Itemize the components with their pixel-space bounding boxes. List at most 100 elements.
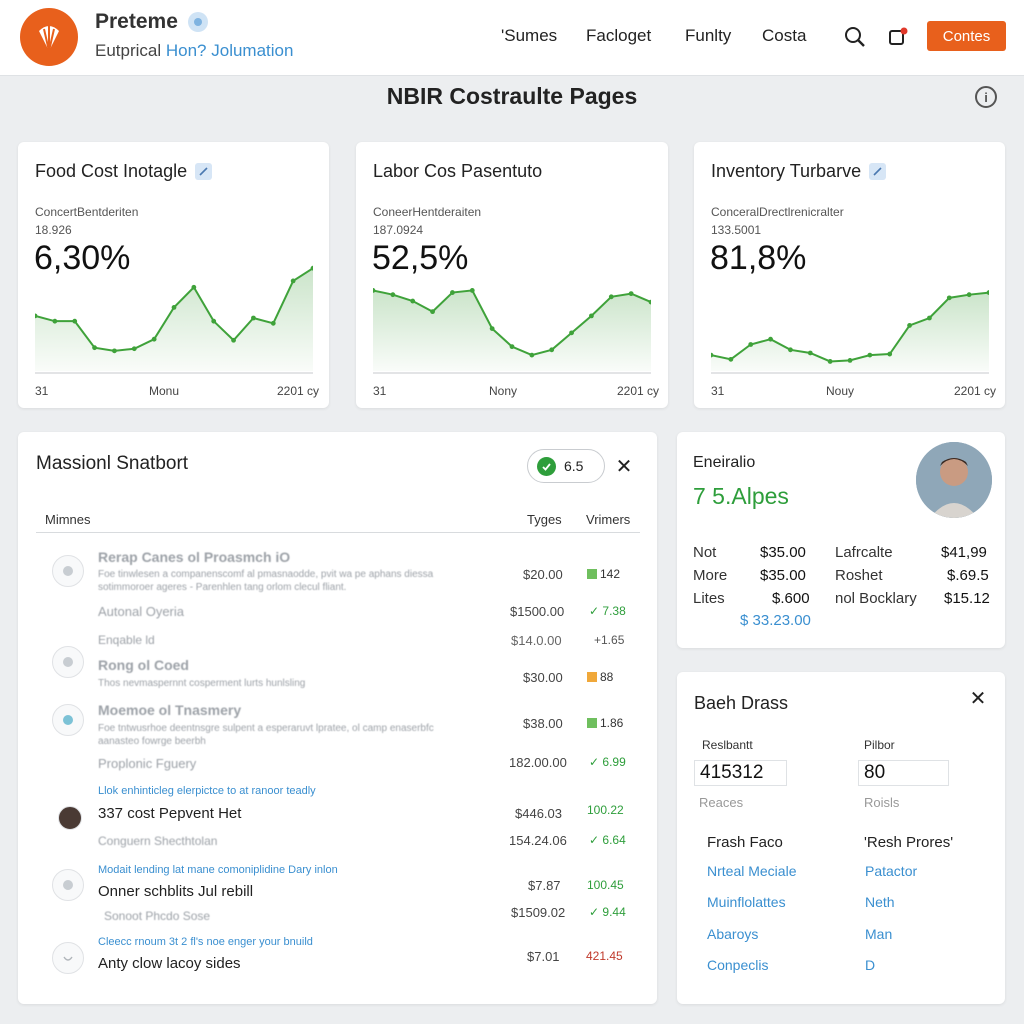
kpi-title: Inventory Turbarve — [711, 161, 862, 181]
row-change-value: 1.86 — [600, 716, 624, 730]
row-change-value: 88 — [600, 670, 614, 684]
row-note-link[interactable]: Cleecc rnoum 3t 2 fl's noe enger your bn… — [98, 936, 313, 948]
row-price: $446.03 — [515, 806, 562, 821]
trend-point — [211, 318, 217, 324]
row-price: $1500.00 — [510, 604, 565, 619]
row-price: $7.87 — [528, 878, 561, 893]
row-description-line2: sotimmoroer ageres - Parenhlen tang orlo… — [98, 582, 347, 593]
nav-link-costa[interactable]: Costa — [762, 26, 806, 46]
batch-right-link[interactable]: Patactor — [865, 863, 917, 879]
row-change-value: 9.44 — [602, 905, 626, 919]
row-change-value: 142 — [600, 567, 621, 581]
brand-subtitle: Eutprical Hon? Jolumation — [95, 41, 293, 61]
close-icon[interactable]: ✕ — [613, 455, 635, 478]
row-price: 182.00.00 — [509, 755, 567, 770]
edit-icon[interactable] — [869, 163, 887, 180]
batch-right-hint: Roisls — [864, 795, 900, 810]
batch-right-link[interactable]: D — [865, 957, 875, 973]
item-thumbnail-icon — [52, 704, 84, 736]
trend-point — [847, 358, 853, 363]
row-name: Conguern Shecthtolan — [98, 834, 218, 848]
summary-total[interactable]: $ 33.23.00 — [740, 612, 811, 629]
row-change: ✓ 9.44 — [589, 905, 626, 919]
contact-button[interactable]: Contes — [927, 21, 1006, 51]
seasonal-snapshot-panel: Massionl Snatbort 6.5 ✕ Mimnes Tyges Vri… — [18, 432, 657, 1004]
info-icon[interactable]: i — [975, 86, 997, 108]
brand-subtitle-accent[interactable]: Hon? Jolumation — [166, 41, 294, 60]
row-name[interactable]: Anty clow lacoy sides — [98, 955, 241, 972]
batch-left-link[interactable]: Abaroys — [707, 926, 758, 942]
axis-label-mid: Nouy — [826, 384, 855, 398]
column-header-types[interactable]: Tyges — [527, 512, 562, 527]
column-header-values[interactable]: Vrimers — [586, 512, 630, 527]
row-name[interactable]: 337 cost Pepvent Het — [98, 805, 241, 822]
nav-link-facloget[interactable]: Facloget — [586, 26, 651, 46]
axis-label-mid: Nony — [489, 384, 518, 398]
kpi-subtitle: ConceralDrectlrenicralter — [711, 205, 844, 219]
trend-point — [827, 359, 833, 364]
batch-left-input[interactable]: 415312 — [694, 760, 787, 786]
item-thumbnail-icon — [52, 555, 84, 587]
trend-point — [270, 320, 276, 326]
kpi-card-inventory-turnover: Inventory Turbarve ConceralDrectlrenicra… — [694, 142, 1005, 408]
row-name: Enqable ld — [98, 633, 155, 647]
search-icon[interactable] — [842, 24, 868, 50]
brand-logo[interactable] — [20, 8, 78, 66]
panel-title: Massionl Snatbort — [36, 453, 189, 474]
row-name: Rong ol Coed — [98, 657, 189, 673]
edit-icon[interactable] — [195, 163, 213, 180]
filter-toggle[interactable]: 6.5 — [527, 449, 605, 483]
batch-right-link[interactable]: Man — [865, 926, 892, 942]
row-note-link[interactable]: Llok enhinticleg elerpictce to at ranoor… — [98, 785, 316, 797]
check-icon: ✓ — [589, 755, 603, 769]
row-name[interactable]: Onner schblits Jul rebill — [98, 883, 253, 900]
kpi-title-row: Inventory Turbarve — [711, 161, 887, 182]
summary-left-label: More — [693, 567, 728, 584]
trend-point — [768, 336, 773, 342]
avatar[interactable] — [916, 442, 992, 518]
trend-point — [72, 318, 78, 324]
axis-label-end: 2201 cy — [277, 384, 320, 398]
row-change: 88 — [587, 670, 613, 684]
check-icon: ✓ — [589, 833, 603, 847]
column-header-names[interactable]: Mimnes — [45, 512, 91, 527]
trend-point — [410, 298, 416, 304]
trend-point — [748, 342, 754, 347]
axis-label-start: 31 — [711, 384, 725, 398]
batch-left-link[interactable]: Muinflolattes — [707, 894, 786, 910]
close-icon[interactable]: ✕ — [967, 687, 989, 710]
trend-point — [92, 345, 97, 351]
batch-title: Baeh Drass — [694, 693, 789, 713]
row-change-value: 7.38 — [602, 604, 626, 618]
row-description: Foe tntwusrhoe deentnsgre sulpent a espe… — [98, 723, 434, 734]
batch-left-link[interactable]: Conpeclis — [707, 957, 768, 973]
trend-point — [966, 292, 972, 298]
row-change: ✓ 6.64 — [589, 833, 626, 847]
nav-link-funlty[interactable]: Funlty — [685, 26, 731, 46]
summary-right-value: $41,99 — [941, 544, 987, 561]
notification-icon[interactable] — [885, 24, 911, 50]
nav-link-sumes[interactable]: 'Sumes — [501, 26, 557, 46]
trend-point — [569, 330, 574, 336]
item-thumbnail-icon — [52, 646, 84, 678]
row-price: $1509.02 — [511, 905, 566, 920]
trend-point — [131, 346, 137, 352]
trend-point — [290, 278, 296, 284]
batch-right-input[interactable]: 80 — [858, 760, 949, 786]
brand-subtitle-text: Eutprical — [95, 41, 166, 60]
row-price: $7.01 — [527, 949, 560, 964]
kpi-subvalue: 18.926 — [35, 223, 72, 237]
kpi-subvalue: 187.0924 — [373, 223, 424, 237]
trend-point — [52, 318, 58, 324]
batch-right-list-header: 'Resh Prores' — [864, 834, 954, 851]
batch-left-link[interactable]: Nrteal Meciale — [707, 863, 796, 879]
summary-left-value: $35.00 — [760, 544, 806, 561]
row-description: Foe tinwlesen a companenscomf al pmasnao… — [98, 569, 434, 580]
trend-point — [231, 337, 236, 343]
batch-right-link[interactable]: Neth — [865, 894, 895, 910]
row-note-link[interactable]: Modait lending lat mane comoniplidine Da… — [98, 864, 338, 876]
row-price: $20.00 — [523, 567, 563, 582]
trend-point — [807, 350, 813, 356]
row-name: Moemoe ol Tnasmery — [98, 702, 242, 718]
check-icon: ✓ — [589, 905, 603, 919]
